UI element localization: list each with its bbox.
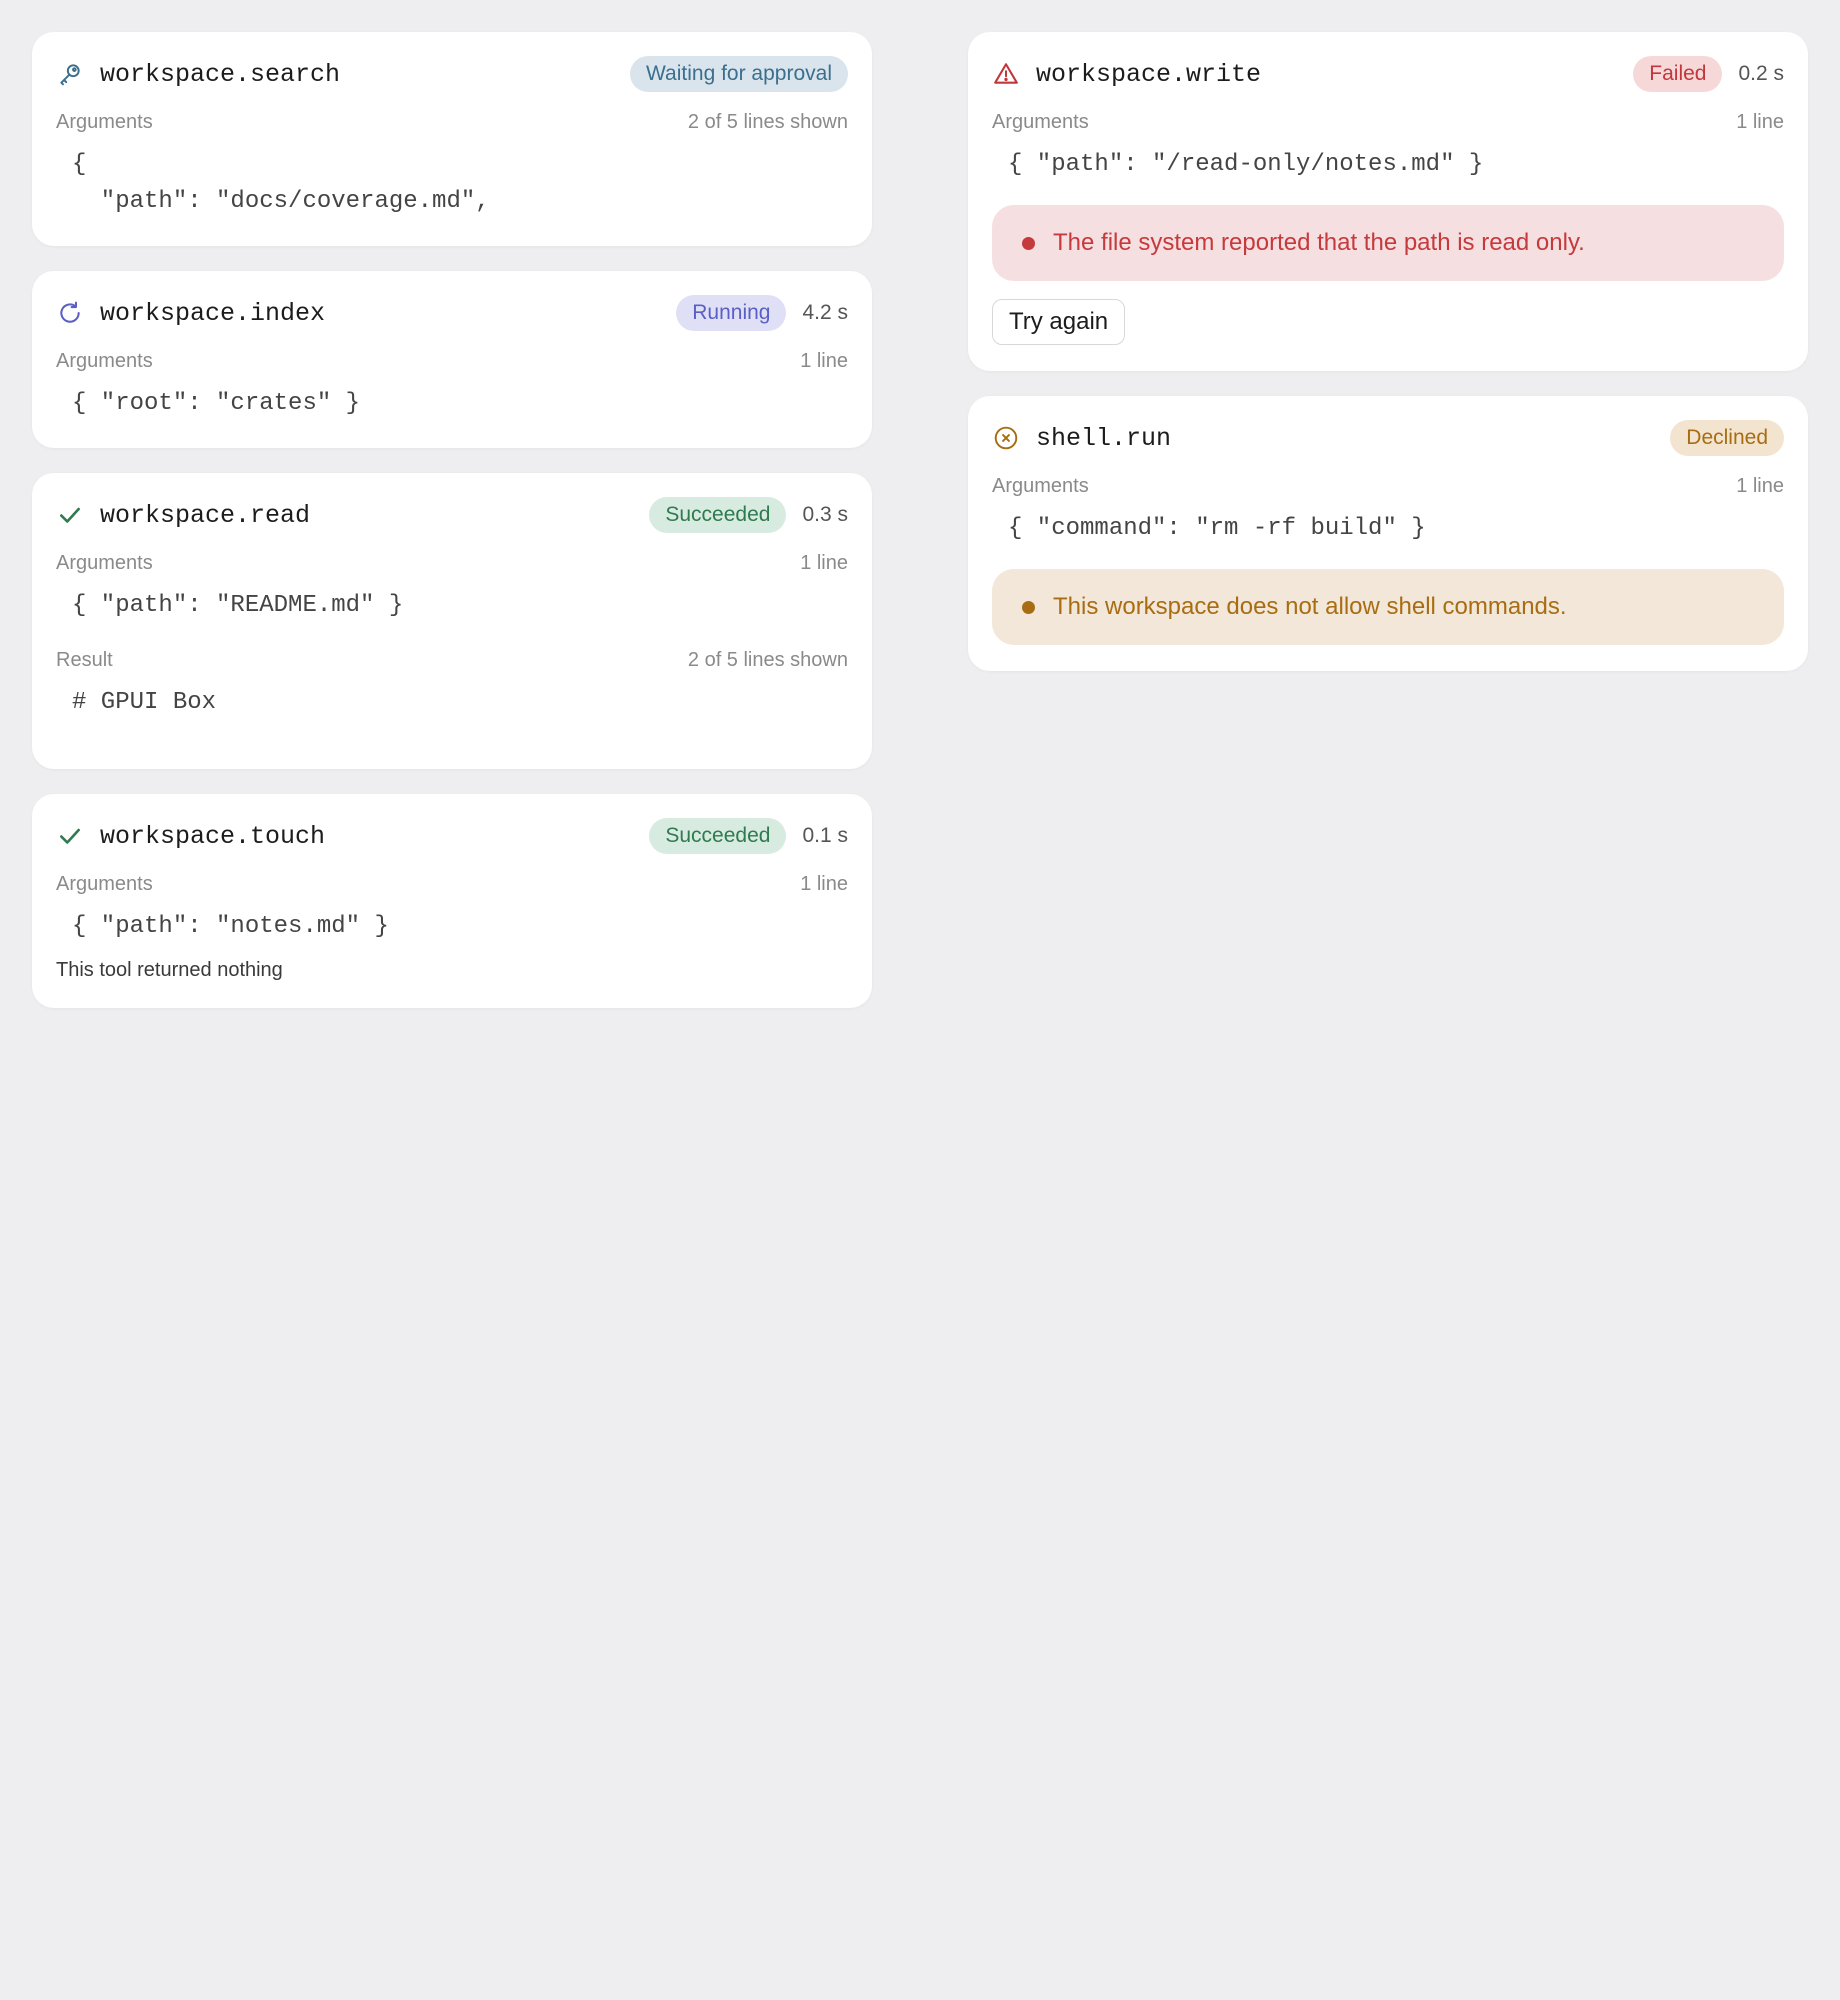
error-alert: The file system reported that the path i… (992, 205, 1784, 281)
tool-card-workspace-touch: workspace.touch Succeeded 0.1 s Argument… (32, 794, 872, 1008)
arguments-header: Arguments 1 line (56, 549, 848, 577)
arguments-header: Arguments 1 line (56, 347, 848, 375)
result-header: Result 2 of 5 lines shown (56, 646, 848, 674)
arguments-code: { "root": "crates" } (72, 390, 361, 417)
card-header: workspace.index Running 4.2 s (56, 293, 848, 333)
tool-name: workspace.index (100, 298, 326, 328)
status-badge: Succeeded (649, 497, 787, 533)
duration: 0.2 s (1738, 62, 1784, 85)
check-icon (56, 822, 84, 850)
left-column: workspace.search Waiting for approval Ar… (32, 32, 872, 1008)
x-circle-icon (992, 424, 1020, 452)
tool-name: workspace.search (100, 59, 341, 89)
tool-card-workspace-search: workspace.search Waiting for approval Ar… (32, 32, 872, 246)
arguments-line-count: 2 of 5 lines shown (687, 110, 848, 133)
result-line-count: 2 of 5 lines shown (687, 648, 848, 671)
arguments-header: Arguments 1 line (992, 472, 1784, 500)
status-badge: Failed (1633, 56, 1723, 92)
arguments-label: Arguments (56, 551, 153, 574)
duration: 4.2 s (802, 301, 848, 324)
tool-name: workspace.touch (100, 821, 326, 851)
try-again-button[interactable]: Try again (992, 299, 1126, 345)
status-badge: Running (676, 295, 787, 331)
duration: 0.1 s (802, 824, 848, 847)
tool-name: workspace.read (100, 500, 311, 530)
status-badge: Waiting for approval (630, 56, 848, 92)
check-icon (56, 501, 84, 529)
arguments-code: { "path": "docs/coverage.md", (72, 151, 490, 215)
arguments-line-count: 1 line (1736, 110, 1784, 133)
tool-name: shell.run (1036, 423, 1172, 453)
arguments-header: Arguments 2 of 5 lines shown (56, 108, 848, 136)
tool-name: workspace.write (1036, 59, 1262, 89)
tool-card-workspace-write: workspace.write Failed 0.2 s Arguments 1… (968, 32, 1808, 371)
right-column: workspace.write Failed 0.2 s Arguments 1… (968, 32, 1808, 671)
tool-calls-page: workspace.search Waiting for approval Ar… (0, 0, 1840, 2000)
refresh-icon (56, 299, 84, 327)
arguments-line-count: 1 line (800, 551, 848, 574)
card-header: workspace.read Succeeded 0.3 s (56, 495, 848, 535)
warning-dot-icon (1022, 600, 1035, 614)
warning-icon (992, 60, 1020, 88)
declined-alert: This workspace does not allow shell comm… (992, 569, 1784, 645)
card-header: workspace.touch Succeeded 0.1 s (56, 816, 848, 856)
status-badge: Declined (1670, 420, 1784, 456)
empty-result-note: This tool returned nothing (56, 959, 283, 981)
card-header: workspace.search Waiting for approval (56, 54, 848, 94)
error-message: The file system reported that the path i… (1053, 229, 1585, 256)
error-dot-icon (1022, 236, 1035, 250)
status-badge: Succeeded (649, 818, 787, 854)
arguments-header: Arguments 1 line (992, 108, 1784, 136)
arguments-label: Arguments (56, 349, 153, 372)
arguments-label: Arguments (56, 872, 153, 895)
arguments-line-count: 1 line (1736, 474, 1784, 497)
arguments-line-count: 1 line (800, 349, 848, 372)
arguments-label: Arguments (56, 110, 153, 133)
tool-card-workspace-index: workspace.index Running 4.2 s Arguments … (32, 271, 872, 448)
arguments-code: { "path": "/read-only/notes.md" } (1008, 151, 1484, 178)
arguments-header: Arguments 1 line (56, 870, 848, 898)
card-header: shell.run Declined (992, 418, 1784, 458)
tool-card-workspace-read: workspace.read Succeeded 0.3 s Arguments… (32, 473, 872, 769)
result-code: # GPUI Box (72, 689, 217, 716)
arguments-code: { "command": "rm -rf build" } (1008, 515, 1426, 542)
declined-message: This workspace does not allow shell comm… (1053, 593, 1567, 620)
duration: 0.3 s (802, 503, 848, 526)
arguments-label: Arguments (992, 474, 1089, 497)
result-label: Result (56, 648, 113, 671)
card-header: workspace.write Failed 0.2 s (992, 54, 1784, 94)
arguments-label: Arguments (992, 110, 1089, 133)
arguments-code: { "path": "README.md" } (72, 592, 404, 619)
arguments-code: { "path": "notes.md" } (72, 913, 389, 940)
key-icon (56, 60, 84, 88)
arguments-line-count: 1 line (800, 872, 848, 895)
tool-card-shell-run: shell.run Declined Arguments 1 line { "c… (968, 396, 1808, 671)
